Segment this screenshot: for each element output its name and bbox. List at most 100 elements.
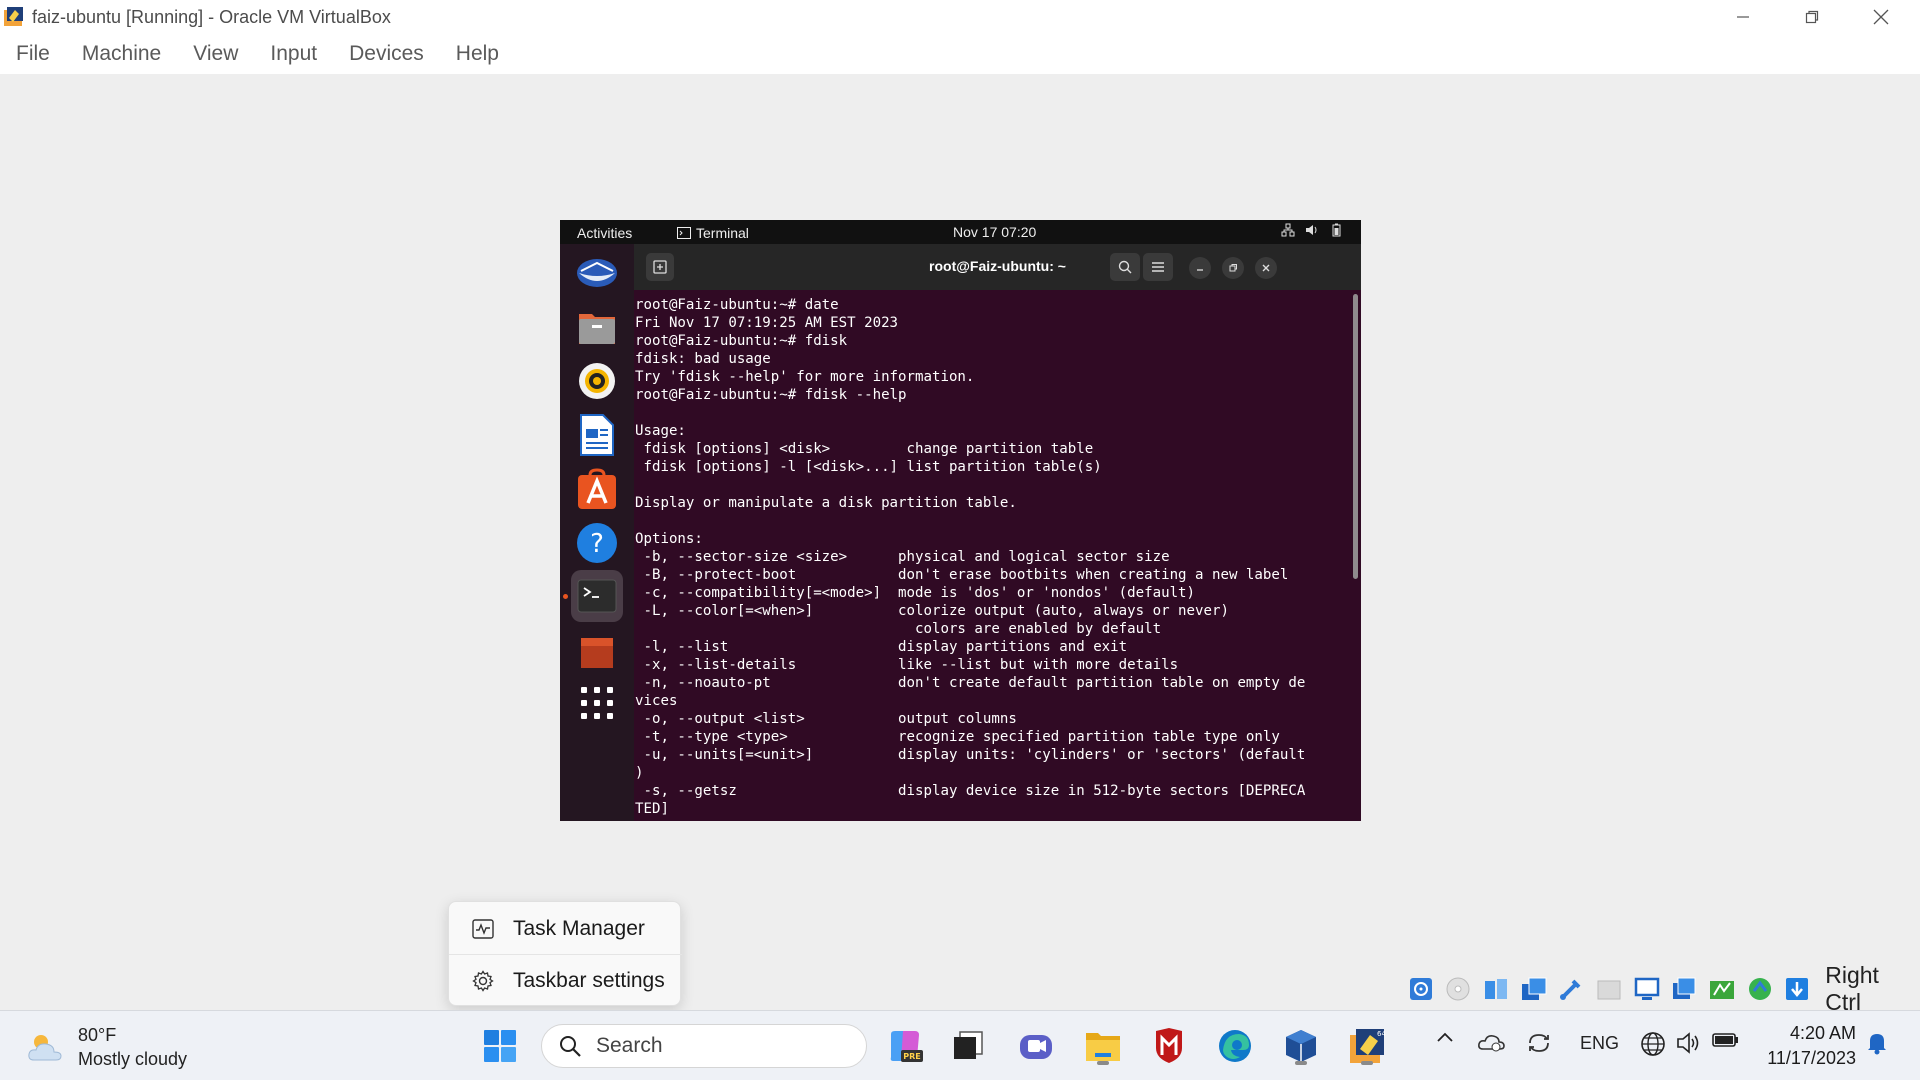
minimize-icon: [1737, 16, 1749, 18]
dock-thunderbird[interactable]: [572, 248, 622, 298]
globe-icon: [1641, 1032, 1665, 1056]
terminal-scrollbar[interactable]: [1353, 294, 1358, 579]
keyboard-icon[interactable]: [1782, 973, 1814, 1005]
running-indicator: [1295, 1061, 1307, 1065]
audio-icon[interactable]: [1480, 973, 1512, 1005]
start-button[interactable]: [478, 1024, 522, 1068]
vbox-status-bar: Right Ctrl: [1405, 962, 1920, 1015]
host-key-label[interactable]: Right Ctrl: [1825, 962, 1920, 1016]
tray-battery[interactable]: [1711, 1031, 1741, 1049]
taskbar-search[interactable]: Search: [541, 1024, 867, 1068]
optical-drive-icon[interactable]: [1443, 973, 1475, 1005]
terminal-restore-button[interactable]: [1222, 257, 1244, 279]
gear-icon: [471, 969, 495, 993]
dock-writer[interactable]: [572, 410, 622, 460]
activities-button[interactable]: Activities: [577, 225, 632, 241]
restore-icon: [1805, 10, 1819, 24]
help-icon: ?: [577, 523, 617, 563]
terminal-minimize-button[interactable]: [1189, 257, 1211, 279]
menu-help[interactable]: Help: [456, 42, 499, 66]
tray-volume[interactable]: [1674, 1031, 1704, 1055]
taskbar-task-view[interactable]: [946, 1024, 990, 1068]
weather-temp: 80°F: [78, 1025, 117, 1045]
chevron-up-icon: [1437, 1032, 1453, 1042]
gnome-system-tray[interactable]: [1281, 223, 1343, 237]
dock-running-indicator: [563, 594, 568, 599]
terminal-header: root@Faiz-ubuntu: ~: [634, 244, 1361, 290]
close-icon: [1262, 264, 1270, 272]
dock-show-apps[interactable]: [572, 678, 622, 728]
gnome-clock[interactable]: Nov 17 07:20: [953, 224, 1036, 240]
input-language[interactable]: ENG: [1580, 1033, 1619, 1054]
terminal-icon: [577, 579, 617, 613]
svg-text:64: 64: [1377, 1030, 1386, 1038]
tray-onedrive[interactable]: [1476, 1031, 1506, 1053]
hard-disk-icon[interactable]: [1405, 973, 1437, 1005]
terminal-line: -L, --color[=<when>] colorize output (au…: [635, 603, 1229, 619]
recording-icon[interactable]: [1669, 973, 1701, 1005]
menu-machine[interactable]: Machine: [82, 42, 161, 66]
close-button[interactable]: [1846, 0, 1916, 34]
terminal-small-icon: [677, 227, 691, 239]
sync-icon: [1529, 1034, 1549, 1052]
windows-taskbar: 80°F Mostly cloudy Search PRE 64 ENG 4:2…: [0, 1010, 1920, 1080]
svg-text:?: ?: [590, 529, 604, 559]
terminal-line: root@Faiz-ubuntu:~# fdisk --help: [635, 387, 907, 403]
display-icon[interactable]: [1631, 973, 1663, 1005]
taskbar-mcafee[interactable]: [1147, 1024, 1191, 1068]
tray-network[interactable]: [1638, 1031, 1668, 1057]
terminal-line: -x, --list-details like --list but with …: [635, 657, 1179, 673]
show-hidden-icons-button[interactable]: [1432, 1031, 1458, 1043]
taskbar-edge[interactable]: [1213, 1024, 1257, 1068]
terminal-line: -c, --compatibility[=<mode>] mode is 'do…: [635, 585, 1196, 601]
terminal-search-button[interactable]: [1110, 253, 1140, 281]
dock-app-center[interactable]: [572, 464, 622, 514]
restore-button[interactable]: [1777, 0, 1847, 34]
app-menu[interactable]: Terminal: [677, 225, 749, 241]
dock-rhythmbox[interactable]: [572, 356, 622, 406]
writer-icon: [580, 414, 614, 456]
dock-help[interactable]: ?: [572, 518, 622, 568]
bell-icon: [1868, 1034, 1886, 1055]
mouse-integration-icon[interactable]: [1744, 973, 1776, 1005]
menu-view[interactable]: View: [193, 42, 238, 66]
virtualbox-manager-icon: [1286, 1030, 1316, 1062]
usb-icon[interactable]: [1556, 973, 1588, 1005]
terminal-close-button[interactable]: [1255, 257, 1277, 279]
notifications-button[interactable]: [1863, 1031, 1891, 1055]
terminal-line: -B, --protect-boot don't erase bootbits …: [635, 567, 1289, 583]
taskbar-copilot[interactable]: PRE: [883, 1024, 927, 1068]
menu-task-manager-label: Task Manager: [513, 917, 645, 940]
minimize-button[interactable]: [1708, 0, 1778, 34]
menu-file[interactable]: File: [16, 42, 50, 66]
terminal-line: root@Faiz-ubuntu:~# date: [635, 297, 839, 313]
network-icon[interactable]: [1518, 973, 1550, 1005]
shared-folders-icon[interactable]: [1593, 973, 1625, 1005]
task-view-icon: [954, 1031, 983, 1059]
menu-task-manager[interactable]: Task Manager: [449, 904, 682, 954]
terminal-window[interactable]: root@Faiz-ubuntu: ~ root@Faiz-ubuntu:~# …: [634, 244, 1361, 821]
menu-input[interactable]: Input: [270, 42, 317, 66]
terminal-menu-button[interactable]: [1143, 253, 1173, 281]
menu-taskbar-settings[interactable]: Taskbar settings: [449, 956, 682, 1006]
capture-icon[interactable]: [1706, 973, 1738, 1005]
terminal-line: -s, --getsz display device size in 512-b…: [635, 783, 1306, 799]
minimize-icon: [1197, 269, 1203, 271]
terminal-line: fdisk: bad usage: [635, 351, 771, 367]
start-icon: [484, 1030, 516, 1062]
taskbar-clock[interactable]: 4:20 AM 11/17/2023: [1760, 1021, 1856, 1071]
tray-sync[interactable]: [1524, 1031, 1554, 1055]
taskbar-virtualbox-manager[interactable]: [1279, 1024, 1323, 1068]
taskbar-teams[interactable]: [1014, 1024, 1058, 1068]
dock-terminal[interactable]: [571, 570, 623, 622]
dock-trash[interactable]: [572, 628, 622, 678]
taskbar-file-explorer[interactable]: [1081, 1024, 1125, 1068]
dock-files[interactable]: [572, 302, 622, 352]
weather-widget[interactable]: 80°F Mostly cloudy: [26, 1023, 187, 1071]
menu-devices[interactable]: Devices: [349, 42, 424, 66]
terminal-line: -l, --list display partitions and exit: [635, 639, 1128, 655]
taskbar-virtualbox-vm[interactable]: 64: [1345, 1024, 1389, 1068]
terminal-output[interactable]: root@Faiz-ubuntu:~# date Fri Nov 17 07:19…: [634, 290, 1351, 821]
guest-screen[interactable]: Activities Terminal Nov 17 07:20 ? root@…: [560, 220, 1361, 821]
